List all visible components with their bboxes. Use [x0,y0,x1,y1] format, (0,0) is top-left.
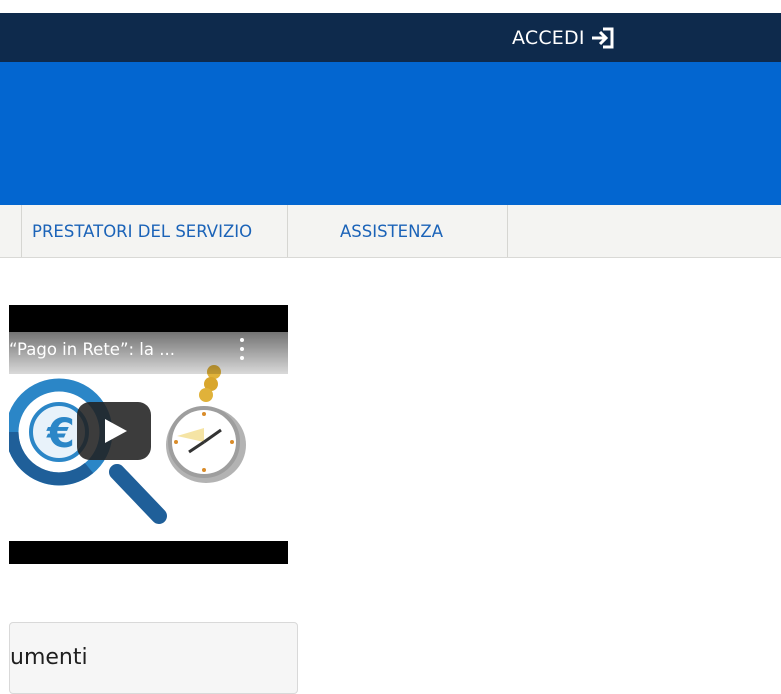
nav-divider [287,205,288,257]
card-title: umenti [10,645,88,670]
video-title[interactable]: “Pago in Rete”: la ... [9,340,175,359]
nav-divider [507,205,508,257]
nav-item-assistenza[interactable]: ASSISTENZA [340,205,443,257]
kebab-menu-icon[interactable] [235,338,249,360]
nav-item-prestatori-del-servizio[interactable]: PRESTATORI DEL SERVIZIO [32,205,252,257]
main-navigation: PRESTATORI DEL SERVIZIO ASSISTENZA [0,205,781,258]
sign-in-icon [591,27,614,48]
login-label: ACCEDI [512,26,585,49]
play-icon[interactable] [77,402,151,460]
documents-card[interactable]: umenti [9,622,298,694]
nav-divider [21,205,22,257]
top-bar: ACCEDI [0,13,781,62]
header-banner [0,62,781,205]
video-player[interactable]: € “Pago in Rete”: la ... [9,305,288,564]
login-link[interactable]: ACCEDI [512,13,616,62]
video-thumbnail[interactable]: € “Pago in Rete”: la ... [9,332,288,541]
